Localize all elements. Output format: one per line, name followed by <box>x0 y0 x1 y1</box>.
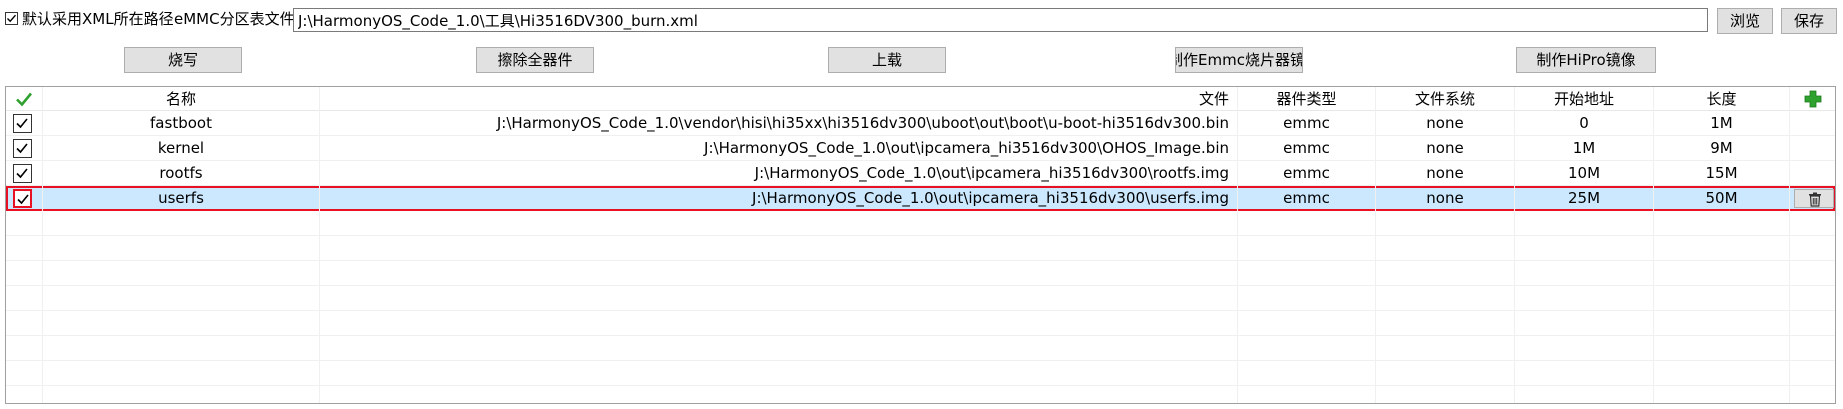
row-device-type[interactable]: emmc <box>1238 161 1376 185</box>
empty-row <box>6 286 1835 311</box>
row-length[interactable]: 15M <box>1654 161 1790 185</box>
empty-row <box>6 361 1835 386</box>
table-row[interactable]: rootfs J:\HarmonyOS_Code_1.0\out\ipcamer… <box>6 161 1835 186</box>
row-filesystem[interactable]: none <box>1376 111 1515 135</box>
column-divider <box>1237 87 1238 403</box>
green-check-icon <box>16 92 33 107</box>
row-check-cell <box>6 136 43 160</box>
row-filesystem[interactable]: none <box>1376 136 1515 160</box>
header-filesystem[interactable]: 文件系统 <box>1376 87 1515 110</box>
delete-row-button[interactable] <box>1794 189 1834 208</box>
row-name[interactable]: userfs <box>43 188 320 209</box>
trash-icon <box>1809 192 1821 207</box>
row-length[interactable]: 50M <box>1654 188 1790 209</box>
empty-row <box>6 311 1835 336</box>
row-start-address[interactable]: 1M <box>1515 136 1654 160</box>
row-length[interactable]: 9M <box>1654 136 1790 160</box>
row-file[interactable]: J:\HarmonyOS_Code_1.0\out\ipcamera_hi351… <box>320 161 1238 185</box>
checkmark-icon <box>7 14 17 23</box>
column-divider <box>319 87 320 403</box>
header-check-cell[interactable] <box>6 87 43 110</box>
header-file[interactable]: 文件 <box>320 87 1238 110</box>
row-check-cell <box>6 161 43 185</box>
column-divider <box>1653 87 1654 403</box>
browse-button[interactable]: 浏览 <box>1717 8 1773 34</box>
column-divider <box>1789 87 1790 403</box>
column-divider <box>1375 87 1376 403</box>
row-check-cell <box>8 188 43 209</box>
use-xml-path-label[interactable]: 默认采用XML所在路径 <box>22 9 174 29</box>
make-hipro-image-button[interactable]: 制作HiPro镜像 <box>1516 47 1656 73</box>
row-file[interactable]: J:\HarmonyOS_Code_1.0\out\ipcamera_hi351… <box>320 188 1238 209</box>
row-file[interactable]: J:\HarmonyOS_Code_1.0\vendor\hisi\hi35xx… <box>320 111 1238 135</box>
table-row[interactable]: kernel J:\HarmonyOS_Code_1.0\out\ipcamer… <box>6 136 1835 161</box>
burn-button[interactable]: 烧写 <box>124 47 242 73</box>
row-name[interactable]: rootfs <box>43 161 320 185</box>
row-name[interactable]: kernel <box>43 136 320 160</box>
header-length[interactable]: 长度 <box>1654 87 1790 110</box>
row-start-address[interactable]: 0 <box>1515 111 1654 135</box>
row-device-type[interactable]: emmc <box>1238 136 1376 160</box>
empty-row <box>6 236 1835 261</box>
column-divider <box>42 87 43 403</box>
row-filesystem[interactable]: none <box>1376 161 1515 185</box>
column-divider <box>1514 87 1515 403</box>
empty-row <box>6 261 1835 286</box>
row-name[interactable]: fastboot <box>43 111 320 135</box>
row-start-address[interactable]: 10M <box>1515 161 1654 185</box>
partition-file-label: eMMC分区表文件 <box>174 10 295 28</box>
add-row-button[interactable] <box>1790 87 1835 110</box>
table-header: 名称 文件 器件类型 文件系统 开始地址 长度 <box>6 87 1835 111</box>
table-row-selected[interactable]: userfs J:\HarmonyOS_Code_1.0\out\ipcamer… <box>6 186 1835 211</box>
erase-all-button[interactable]: 擦除全器件 <box>476 47 594 73</box>
empty-row <box>6 211 1835 236</box>
make-emmc-image-button[interactable]: 制作Emmc烧片器镜像 <box>1175 47 1303 73</box>
row-file[interactable]: J:\HarmonyOS_Code_1.0\out\ipcamera_hi351… <box>320 136 1238 160</box>
green-plus-icon <box>1804 90 1821 108</box>
row-filesystem[interactable]: none <box>1376 188 1515 209</box>
use-xml-path-checkbox[interactable] <box>5 12 18 25</box>
row-length[interactable]: 1M <box>1654 111 1790 135</box>
partition-table: 名称 文件 器件类型 文件系统 开始地址 长度 fastboot J:\Harm… <box>5 86 1836 404</box>
upload-button[interactable]: 上载 <box>828 47 946 73</box>
row-check-cell <box>6 111 43 135</box>
header-name[interactable]: 名称 <box>43 87 320 110</box>
header-device-type[interactable]: 器件类型 <box>1238 87 1376 110</box>
empty-row <box>6 336 1835 361</box>
partition-file-input[interactable] <box>293 8 1708 32</box>
save-button[interactable]: 保存 <box>1781 8 1837 34</box>
empty-row <box>6 386 1835 403</box>
row-start-address[interactable]: 25M <box>1515 188 1654 209</box>
table-row[interactable]: fastboot J:\HarmonyOS_Code_1.0\vendor\hi… <box>6 111 1835 136</box>
header-start-address[interactable]: 开始地址 <box>1515 87 1654 110</box>
row-device-type[interactable]: emmc <box>1238 188 1376 209</box>
row-device-type[interactable]: emmc <box>1238 111 1376 135</box>
